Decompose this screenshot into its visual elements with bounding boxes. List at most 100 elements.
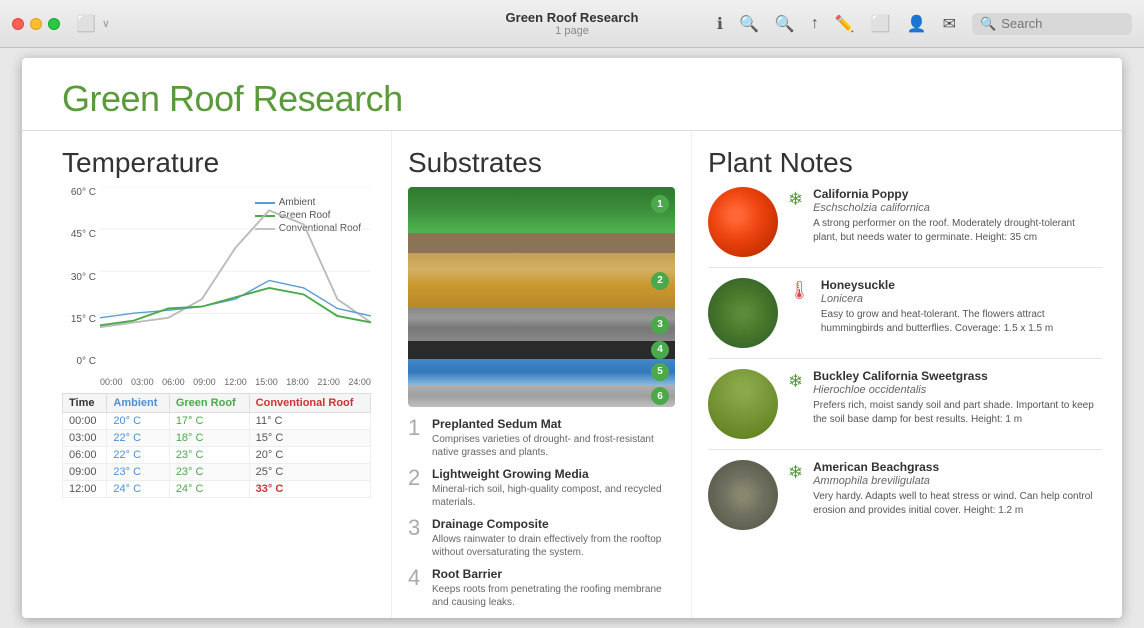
document: Green Roof Research Temperature 60° C 45… [22, 58, 1122, 618]
maximize-button[interactable] [48, 18, 60, 30]
doc-header: Green Roof Research [22, 58, 1122, 131]
plant-desc: Easy to grow and heat-tolerant. The flow… [821, 308, 1102, 336]
zoom-in-icon[interactable]: 🔍 [775, 14, 795, 34]
plant-notes-title: Plant Notes [708, 147, 1102, 179]
substrate-item: 1 Preplanted Sedum Mat Comprises varieti… [408, 417, 675, 459]
x-label-24: 24:00 [348, 377, 371, 387]
substrate-title: Preplanted Sedum Mat [432, 417, 675, 431]
zoom-out-icon[interactable]: 🔍 [739, 14, 759, 34]
search-input[interactable] [1001, 16, 1121, 31]
plant-info: California Poppy Eschscholzia californic… [813, 187, 1102, 245]
x-label-18: 18:00 [286, 377, 309, 387]
plant-name: American Beachgrass [813, 460, 1102, 474]
annotate-icon[interactable]: ✏️ [835, 14, 855, 34]
plant-notes-section: Plant Notes ❄ California Poppy Eschschol… [692, 131, 1122, 618]
substrate-desc: Keeps roots from penetrating the roofing… [432, 583, 675, 609]
x-label-12: 12:00 [224, 377, 247, 387]
chart-y-axis: 60° C 45° C 30° C 15° C 0° C [62, 187, 100, 367]
plant-latin: Eschscholzia californica [813, 202, 1102, 214]
substrate-desc: Allows rainwater to drain effectively fr… [432, 533, 675, 559]
chart-x-axis: 00:00 03:00 06:00 09:00 12:00 15:00 18:0… [100, 377, 371, 387]
cell-convroof: 11° C [249, 413, 370, 430]
titlebar-center: Green Roof Research 1 page [506, 10, 639, 37]
doc-body: Temperature 60° C 45° C 30° C 15° C 0° C… [22, 131, 1122, 618]
chart-svg [100, 187, 371, 355]
layer-badge-4: 4 [651, 341, 669, 359]
substrate-desc: Comprises varieties of drought- and fros… [432, 433, 675, 459]
cell-time: 00:00 [63, 413, 107, 430]
x-label-0: 00:00 [100, 377, 123, 387]
close-button[interactable] [12, 18, 24, 30]
plant-name: California Poppy [813, 187, 1102, 201]
substrate-title: Lightweight Growing Media [432, 467, 675, 481]
temperature-table: Time Ambient Green Roof Conventional Roo… [62, 393, 371, 498]
layer-grass: 1 [408, 187, 675, 253]
x-label-21: 21:00 [317, 377, 340, 387]
cell-convroof: 20° C [249, 447, 370, 464]
substrate-number: 2 [408, 467, 424, 489]
y-label-30: 30° C [71, 272, 96, 283]
thermo-icon: 🌡 [788, 280, 811, 301]
y-label-15: 15° C [71, 314, 96, 325]
table-row: 12:00 24° C 24° C 33° C [63, 481, 371, 498]
y-label-45: 45° C [71, 229, 96, 240]
substrate-item: 3 Drainage Composite Allows rainwater to… [408, 517, 675, 559]
layer-gravel: 3 [408, 308, 675, 341]
toolbar: ℹ 🔍 🔍 ↑ ✏️ ⬜ 👤 ✉ 🔍 [717, 13, 1132, 35]
substrate-number: 4 [408, 567, 424, 589]
substrate-text: Root Barrier Keeps roots from penetratin… [432, 567, 675, 609]
cell-convroof: 15° C [249, 430, 370, 447]
col-ambient: Ambient [107, 394, 169, 413]
table-row: 09:00 23° C 23° C 25° C [63, 464, 371, 481]
x-label-15: 15:00 [255, 377, 278, 387]
col-time: Time [63, 394, 107, 413]
y-label-0: 0° C [76, 356, 96, 367]
plant-info: American Beachgrass Ammophila breviligul… [813, 460, 1102, 518]
sidebar-toggle[interactable]: ⬜ ∨ [76, 14, 110, 34]
substrate-title: Drainage Composite [432, 517, 675, 531]
info-icon[interactable]: ℹ [717, 14, 723, 34]
cell-ambient: 23° C [107, 464, 169, 481]
temperature-title: Temperature [62, 147, 371, 179]
cell-ambient: 24° C [107, 481, 169, 498]
cell-convroof: 25° C [249, 464, 370, 481]
cell-time: 03:00 [63, 430, 107, 447]
substrate-item: 2 Lightweight Growing Media Mineral-rich… [408, 467, 675, 509]
plant-item: ❄ Buckley California Sweetgrass Hierochl… [708, 369, 1102, 450]
titlebar: ⬜ ∨ Green Roof Research 1 page ℹ 🔍 🔍 ↑ ✏… [0, 0, 1144, 48]
plant-item: 🌡 Honeysuckle Lonicera Easy to grow and … [708, 278, 1102, 359]
user-icon[interactable]: 👤 [907, 14, 927, 34]
plant-image [708, 187, 778, 257]
cell-ambient: 22° C [107, 447, 169, 464]
plant-item: ❄ American Beachgrass Ammophila brevilig… [708, 460, 1102, 540]
substrate-desc: Mineral-rich soil, high-quality compost,… [432, 483, 675, 509]
plant-info: Buckley California Sweetgrass Hierochloe… [813, 369, 1102, 427]
minimize-button[interactable] [30, 18, 42, 30]
cell-greenroof: 24° C [169, 481, 249, 498]
layer-black: 4 [408, 341, 675, 359]
page-title: Green Roof Research [62, 78, 1082, 120]
substrate-text: Preplanted Sedum Mat Comprises varieties… [432, 417, 675, 459]
cell-greenroof: 23° C [169, 464, 249, 481]
layer-blue: 5 [408, 359, 675, 385]
substrate-image: 1 2 3 4 5 6 [408, 187, 675, 407]
plant-image [708, 278, 778, 348]
y-label-60: 60° C [71, 187, 96, 198]
plant-latin: Ammophila breviligulata [813, 475, 1102, 487]
plant-list: ❄ California Poppy Eschscholzia californ… [708, 187, 1102, 540]
share-icon[interactable]: ↑ [811, 15, 819, 33]
search-bar[interactable]: 🔍 [972, 13, 1132, 35]
snow-icon: ❄ [788, 462, 803, 483]
expand-icon[interactable]: ⬜ [871, 14, 891, 34]
temperature-chart: 60° C 45° C 30° C 15° C 0° C Ambient Gre… [62, 187, 371, 387]
cell-greenroof: 18° C [169, 430, 249, 447]
plant-desc: Very hardy. Adapts well to heat stress o… [813, 490, 1102, 518]
snow-icon: ❄ [788, 189, 803, 210]
plant-item: ❄ California Poppy Eschscholzia californ… [708, 187, 1102, 268]
table-row: 00:00 20° C 17° C 11° C [63, 413, 371, 430]
substrate-text: Lightweight Growing Media Mineral-rich s… [432, 467, 675, 509]
markup-icon[interactable]: ✉ [943, 14, 956, 34]
x-label-6: 06:00 [162, 377, 185, 387]
plant-desc: A strong performer on the roof. Moderate… [813, 217, 1102, 245]
layer-concrete: 6 [408, 385, 675, 407]
